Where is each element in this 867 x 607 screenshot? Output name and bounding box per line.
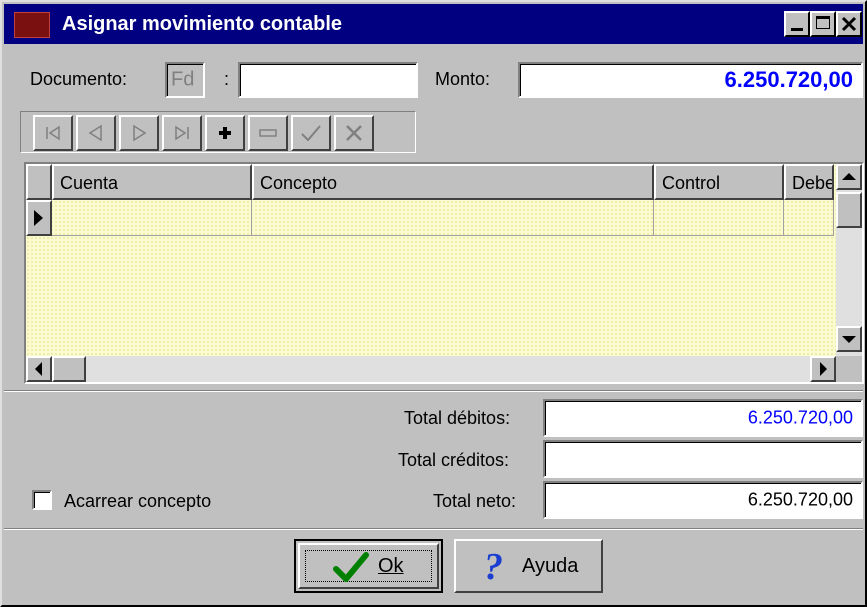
ayuda-button[interactable]: ? Ayuda	[454, 539, 603, 593]
total-debitos-value: 6.250.720,00	[747, 407, 853, 428]
dialog-window: Asignar movimiento contable Documento: F…	[0, 0, 867, 607]
table-cell-cuenta[interactable]	[52, 200, 252, 236]
vertical-scrollbar[interactable]	[836, 164, 862, 356]
db-navigator	[20, 111, 416, 153]
nav-post-button[interactable]	[291, 115, 331, 151]
separator-bottom	[4, 528, 863, 530]
nav-cancel-button[interactable]	[334, 115, 374, 151]
horizontal-scroll-thumb[interactable]	[52, 356, 86, 382]
documento-label: Documento:	[30, 69, 128, 89]
app-icon[interactable]	[14, 12, 50, 38]
maximize-button[interactable]	[810, 11, 836, 37]
minimize-button[interactable]	[784, 11, 810, 37]
documento-prefix-field[interactable]: Fd	[165, 62, 205, 98]
ok-checkmark-icon	[333, 552, 369, 582]
last-record-icon	[175, 125, 189, 141]
column-header-debe[interactable]: Debe	[784, 164, 834, 200]
checkmark-icon	[301, 125, 321, 142]
nav-delete-button[interactable]	[248, 115, 288, 151]
total-debitos-label: Total débitos:	[404, 408, 511, 428]
monto-value: 6.250.720,00	[724, 67, 853, 92]
nav-last-button[interactable]	[162, 115, 202, 151]
total-creditos-field[interactable]	[543, 440, 863, 478]
nav-insert-button[interactable]	[205, 115, 245, 151]
ayuda-button-label: Ayuda	[522, 555, 579, 577]
nav-next-button[interactable]	[119, 115, 159, 151]
column-header-control[interactable]: Control	[654, 164, 784, 200]
arrow-down-icon	[842, 336, 856, 343]
separator-top	[4, 390, 863, 392]
help-question-icon: ?	[484, 546, 503, 588]
monto-field[interactable]: 6.250.720,00	[518, 62, 863, 98]
total-creditos-label: Total créditos:	[398, 450, 510, 470]
column-header-concepto[interactable]: Concepto	[252, 164, 654, 200]
documento-input[interactable]	[238, 62, 418, 98]
horizontal-scrollbar[interactable]	[26, 356, 836, 382]
acarrear-concepto-label[interactable]: Acarrear concepto	[64, 490, 211, 512]
table-cell-debe[interactable]	[784, 200, 834, 236]
scrollbar-corner	[836, 356, 862, 382]
scroll-left-button[interactable]	[26, 356, 52, 382]
ok-button-label: Ok	[378, 555, 404, 577]
total-neto-label: Total neto:	[433, 491, 517, 511]
table-cell-concepto[interactable]	[252, 200, 654, 236]
acarrear-concepto-checkbox[interactable]	[32, 490, 52, 510]
arrow-left-icon	[35, 362, 42, 376]
ok-button[interactable]: Ok	[294, 539, 443, 593]
documento-separator: :	[224, 69, 230, 89]
cancel-x-icon	[346, 125, 362, 141]
next-record-icon	[133, 124, 147, 142]
total-neto-value: 6.250.720,00	[747, 489, 853, 510]
row-indicator[interactable]	[26, 200, 52, 236]
total-neto-field[interactable]: 6.250.720,00	[543, 481, 863, 519]
total-debitos-field[interactable]: 6.250.720,00	[543, 399, 863, 437]
table-cell-control[interactable]	[654, 200, 784, 236]
title-bar[interactable]: Asignar movimiento contable	[4, 4, 863, 44]
prior-record-icon	[88, 124, 102, 142]
maximize-icon	[816, 16, 830, 29]
nav-first-button[interactable]	[33, 115, 73, 151]
close-button[interactable]	[836, 11, 862, 37]
minimize-icon	[791, 28, 803, 31]
nav-prior-button[interactable]	[76, 115, 116, 151]
monto-label: Monto:	[435, 69, 491, 89]
scroll-down-button[interactable]	[836, 326, 862, 352]
grid-indicator-header	[26, 164, 52, 200]
close-icon	[841, 16, 857, 32]
window-title: Asignar movimiento contable	[62, 13, 343, 35]
scroll-right-button[interactable]	[810, 356, 836, 382]
first-record-icon	[46, 125, 60, 141]
vertical-scroll-thumb[interactable]	[836, 192, 862, 228]
movimientos-grid[interactable]: Cuenta Concepto Control Debe	[24, 162, 864, 384]
column-header-cuenta[interactable]: Cuenta	[52, 164, 252, 200]
documento-prefix: Fd	[171, 68, 195, 91]
minus-icon	[259, 129, 277, 137]
current-row-arrow-icon	[34, 210, 43, 226]
arrow-right-icon	[820, 362, 827, 376]
scroll-up-button[interactable]	[836, 164, 862, 190]
arrow-up-icon	[842, 173, 856, 180]
plus-icon	[219, 127, 231, 139]
